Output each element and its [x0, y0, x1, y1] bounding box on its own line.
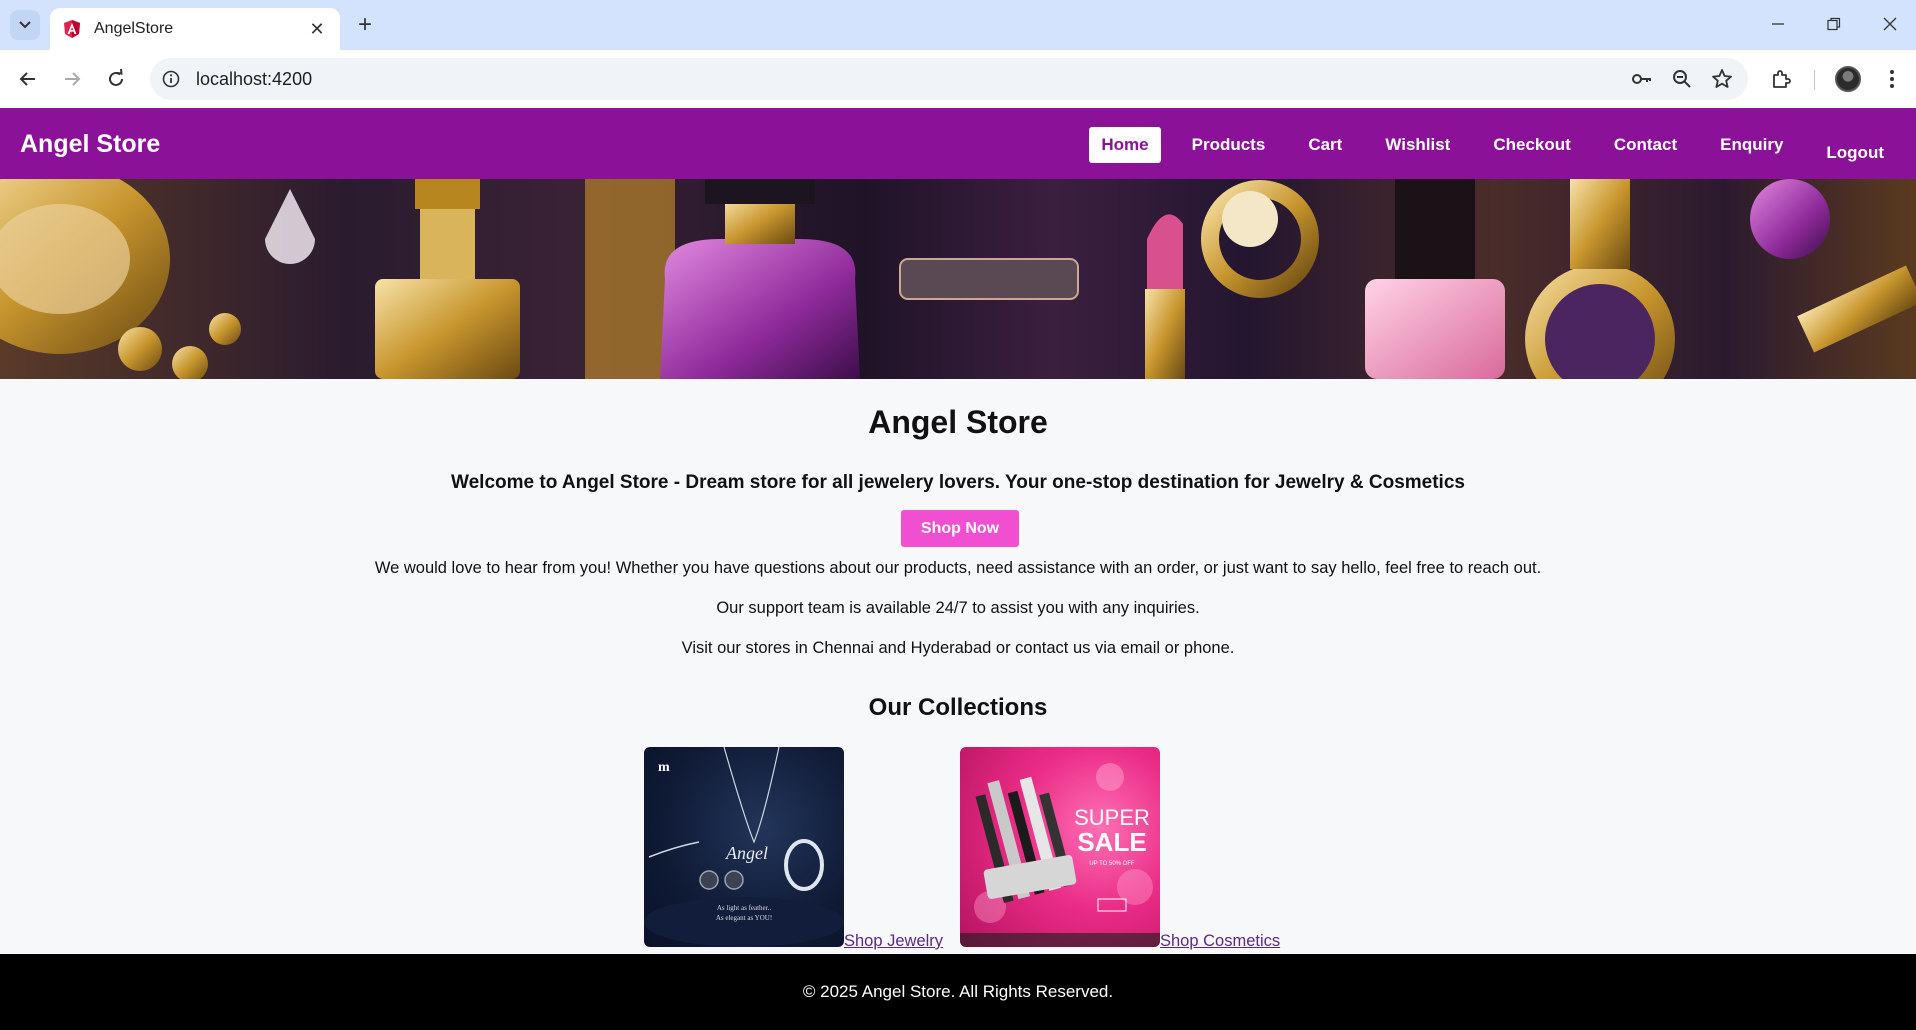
svg-text:As elegant as YOU!: As elegant as YOU! [716, 914, 772, 922]
tab-title: AngelStore [94, 20, 174, 37]
nav-cart[interactable]: Cart [1296, 127, 1354, 163]
bookmark-star-icon[interactable] [1706, 63, 1738, 95]
copyright-text: © 2025 Angel Store. All Rights Reserved. [802, 982, 1114, 1001]
contact-paragraph: We would love to hear from you! Whether … [374, 559, 1542, 577]
cosmetics-collection-image[interactable]: SUPER SALE UP TO 50% OFF [960, 747, 1160, 947]
svg-text:SALE: SALE [1077, 827, 1146, 857]
nav-wishlist[interactable]: Wishlist [1373, 127, 1462, 163]
angular-favicon-icon [64, 20, 80, 38]
nav-enquiry[interactable]: Enquiry [1708, 127, 1795, 163]
toolbar-separator [1814, 70, 1815, 90]
chevron-down-icon [19, 21, 31, 29]
stores-paragraph: Visit our stores in Chennai and Hyderaba… [681, 639, 1235, 657]
new-tab-icon[interactable]: + [352, 11, 378, 38]
svg-text:UP TO 50% OFF: UP TO 50% OFF [1089, 861, 1135, 867]
zoom-icon[interactable] [1666, 63, 1698, 95]
address-bar[interactable]: localhost:4200 [150, 58, 1748, 100]
password-key-icon[interactable] [1626, 63, 1658, 95]
nav-logout[interactable]: Logout [1814, 135, 1896, 171]
site-footer: © 2025 Angel Store. All Rights Reserved. [0, 954, 1916, 1030]
hero-banner-image [0, 179, 1916, 379]
nav-contact[interactable]: Contact [1602, 127, 1689, 163]
reload-icon[interactable] [100, 63, 132, 95]
collections-title: Our Collections [868, 694, 1048, 721]
shop-jewelry-link[interactable]: Shop Jewelry [844, 932, 943, 951]
close-tab-icon[interactable]: ✕ [306, 18, 328, 40]
page-title: Angel Store [868, 404, 1048, 440]
browser-toolbar: localhost:4200 [0, 50, 1916, 108]
close-window-icon[interactable] [1872, 8, 1908, 40]
brand-logo[interactable]: Angel Store [20, 130, 160, 159]
back-icon[interactable] [12, 63, 44, 95]
url-text[interactable]: localhost:4200 [196, 69, 312, 90]
hero-illustration [0, 179, 1916, 379]
site-navbar: Angel Store Home Products Cart Wishlist … [0, 108, 1916, 179]
nav-home[interactable]: Home [1089, 127, 1161, 163]
site-info-icon[interactable] [150, 58, 192, 100]
minimize-icon[interactable] [1760, 8, 1796, 40]
svg-text:m: m [658, 760, 670, 775]
jewelry-collection-image[interactable]: m Angel As light as feather.. As elegant… [644, 747, 844, 947]
extensions-icon[interactable] [1765, 63, 1797, 95]
svg-text:As light as feather..: As light as feather.. [717, 904, 771, 912]
restore-icon[interactable] [1816, 8, 1852, 40]
profile-avatar[interactable] [1832, 63, 1864, 95]
svg-text:Angel: Angel [725, 843, 768, 863]
more-menu-icon[interactable] [1876, 63, 1908, 95]
nav-checkout[interactable]: Checkout [1481, 127, 1582, 163]
support-paragraph: Our support team is available 24/7 to as… [716, 599, 1200, 617]
browser-tab-strip: AngelStore ✕ + [0, 0, 1916, 50]
tab-search-button[interactable] [10, 10, 40, 40]
welcome-tagline: Welcome to Angel Store - Dream store for… [451, 472, 1465, 493]
main-menu: Home Products Cart Wishlist Checkout Con… [1070, 119, 1896, 171]
nav-products[interactable]: Products [1180, 127, 1278, 163]
shop-now-button[interactable]: Shop Now [901, 510, 1019, 547]
shop-cosmetics-link[interactable]: Shop Cosmetics [1160, 932, 1280, 951]
browser-tab[interactable]: AngelStore ✕ [50, 8, 340, 50]
forward-icon[interactable] [56, 63, 88, 95]
